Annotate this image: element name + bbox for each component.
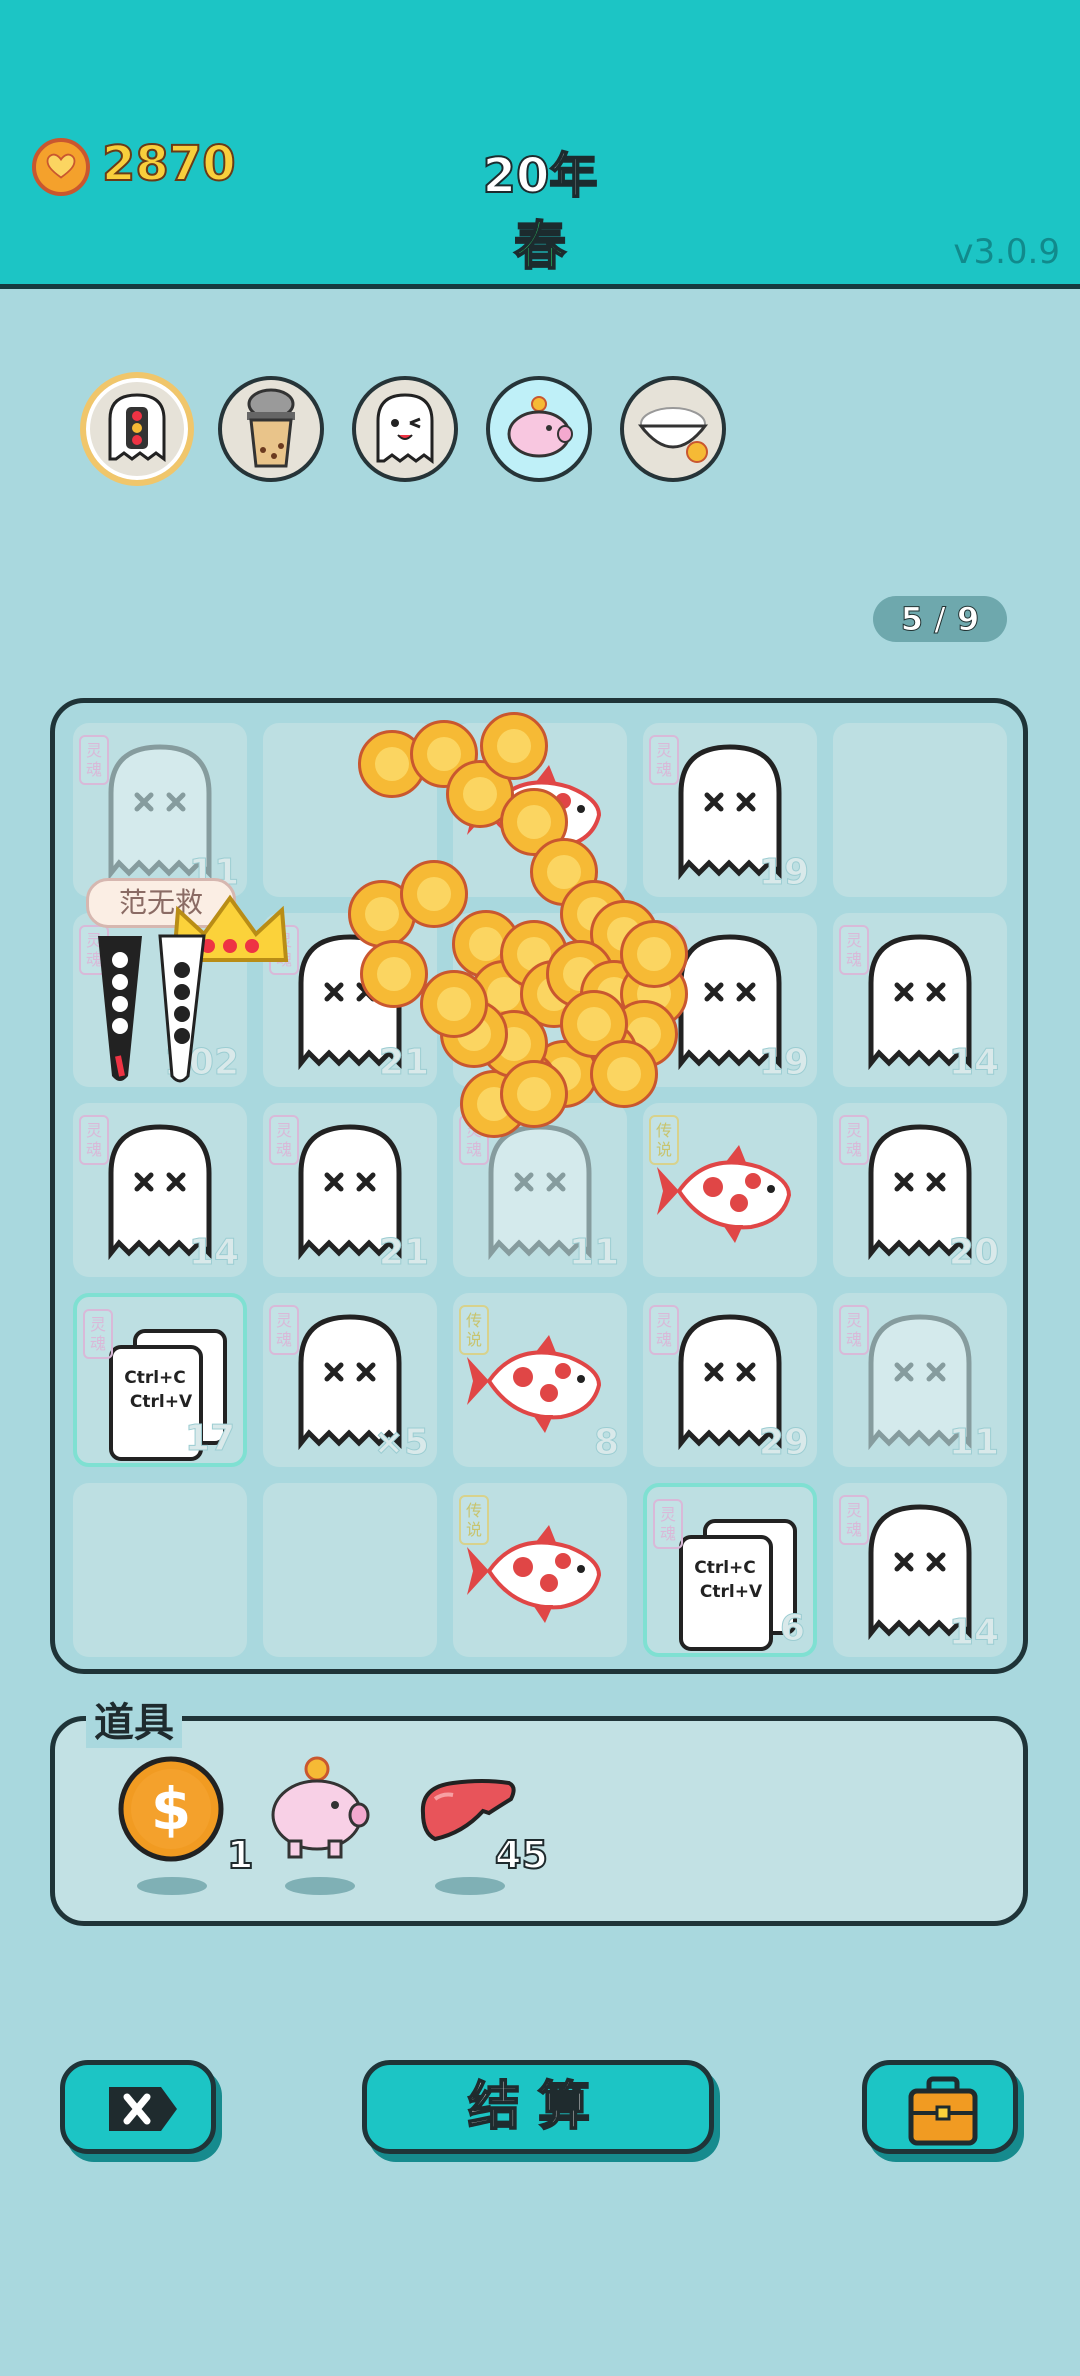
season-label: 春 (513, 216, 567, 278)
board-cell[interactable]: 灵魂 11 (833, 1293, 1007, 1467)
briefcase-icon (908, 2076, 978, 2146)
cell-value: 17 (184, 1418, 235, 1460)
heart-coin (360, 940, 428, 1008)
rarity-tag: 灵魂 (839, 925, 869, 975)
character-traffic-ghost[interactable] (80, 372, 194, 486)
milk-tea-icon (247, 388, 295, 468)
item-count: 45 (494, 1832, 549, 1878)
board-cell[interactable]: Ctrl+C Ctrl+V 灵魂 6 (643, 1483, 817, 1657)
cell-value: 14 (948, 1612, 999, 1654)
board-cell[interactable]: 灵魂 20 (833, 1103, 1007, 1277)
item-shadow (435, 1877, 505, 1895)
heart-coin (420, 970, 488, 1038)
dollar-coin-icon: $ (118, 1756, 224, 1862)
board-cell[interactable]: 灵魂 14 (73, 1103, 247, 1277)
item-shadow (137, 1877, 207, 1895)
board-cell[interactable]: Ctrl+C Ctrl+V 灵魂 17 (73, 1293, 247, 1467)
heart-coin (590, 1040, 658, 1108)
top-bar: 2870 20年 春 v3.0.9 (0, 0, 1080, 289)
rarity-tag: 灵魂 (79, 735, 109, 785)
divider (20, 279, 36, 283)
hat-banners-icon (98, 934, 206, 1083)
divider (1040, 279, 1056, 283)
traffic-light-ghost-icon (108, 393, 166, 462)
cell-value: 19 (758, 1042, 809, 1084)
item-liver[interactable]: 45 (413, 1753, 549, 1903)
board-cell[interactable]: 灵魂11 (73, 723, 247, 897)
rarity-tag: 灵魂 (839, 1495, 869, 1545)
board-cell[interactable]: 灵魂 29 (643, 1293, 817, 1467)
cell-value: 21 (378, 1232, 429, 1274)
cell-value: 11 (568, 1232, 619, 1274)
piggy-bank-icon (271, 1756, 370, 1859)
svg-text:Ctrl+C: Ctrl+C (694, 1558, 756, 1578)
rarity-tag: 灵魂 (83, 1309, 113, 1359)
board-cell[interactable]: 传说 (643, 1103, 817, 1277)
item-dollar-coin[interactable]: $ 1 (115, 1753, 254, 1903)
character-milk-tea[interactable] (218, 376, 324, 482)
svg-text:Ctrl+C: Ctrl+C (124, 1368, 186, 1388)
rarity-tag: 灵魂 (269, 1115, 299, 1165)
piggy-bank-icon (507, 396, 573, 458)
cell-value: 14 (188, 1232, 239, 1274)
cell-value: 6 (779, 1608, 805, 1650)
heart-coin (500, 1060, 568, 1128)
board-cell[interactable]: 灵魂 ×5 (263, 1293, 437, 1467)
version-label: v3.0.9 (953, 232, 1060, 272)
rarity-tag: 灵魂 (269, 1305, 299, 1355)
board-cell[interactable]: 传说 8 (453, 1293, 627, 1467)
items-panel: $ 1 45 (50, 1716, 1028, 1926)
svg-text:Ctrl+V: Ctrl+V (700, 1582, 763, 1602)
rarity-tag: 传说 (459, 1305, 489, 1355)
cell-value: 20 (948, 1232, 999, 1274)
cell-value: ×5 (373, 1422, 429, 1464)
rarity-tag: 传说 (649, 1115, 679, 1165)
cell-value: 19 (758, 852, 809, 894)
board-cell[interactable]: 灵魂 14 (833, 1483, 1007, 1657)
heart-coin (400, 860, 468, 928)
settle-button-label: 结算 (467, 2076, 608, 2138)
board-cell[interactable]: 传说 (453, 1483, 627, 1657)
rarity-tag: 灵魂 (649, 1305, 679, 1355)
board-cell[interactable]: 灵魂 14 (833, 913, 1007, 1087)
item-count: 1 (226, 1832, 254, 1878)
rice-bowl-icon (637, 407, 709, 463)
character-rice-bowl[interactable] (620, 376, 726, 482)
page-indicator: 5 / 9 (873, 596, 1007, 642)
character-winking-ghost[interactable] (352, 376, 458, 482)
year-label: 20年 (482, 147, 599, 205)
rarity-tag: 传说 (459, 1495, 489, 1545)
cell-value: 11 (948, 1422, 999, 1464)
item-shadow (285, 1877, 355, 1895)
board-cell[interactable]: 灵魂 19 (643, 723, 817, 897)
winking-ghost-icon (376, 393, 434, 464)
board-cell[interactable] (833, 723, 1007, 897)
svg-text:$: $ (151, 1775, 191, 1843)
board-cell[interactable] (73, 1483, 247, 1657)
heart-coin-icon (32, 138, 90, 196)
items-label: 道具 (86, 1690, 182, 1748)
coin-count: 2870 (101, 135, 237, 193)
board-cell[interactable] (263, 1483, 437, 1657)
character-piggy-bank[interactable] (486, 376, 592, 482)
svg-text:Ctrl+V: Ctrl+V (130, 1392, 193, 1412)
rarity-tag: 灵魂 (79, 1115, 109, 1165)
heart-coin (480, 712, 548, 780)
cell-value: 29 (758, 1422, 809, 1464)
board-cell[interactable]: 灵魂 21 (263, 1103, 437, 1277)
rarity-tag: 灵魂 (839, 1115, 869, 1165)
briefcase-button[interactable] (862, 2060, 1018, 2154)
rarity-tag: 灵魂 (839, 1305, 869, 1355)
close-button[interactable] (60, 2060, 216, 2154)
cell-value: 14 (948, 1042, 999, 1084)
close-icon (109, 2087, 177, 2131)
rarity-tag: 灵魂 (649, 735, 679, 785)
heart-coin (620, 920, 688, 988)
cell-value: 8 (593, 1422, 619, 1464)
rarity-tag: 灵魂 (653, 1499, 683, 1549)
item-piggy-bank[interactable] (263, 1753, 393, 1903)
cell-value: 21 (378, 1042, 429, 1084)
settle-button[interactable]: 结算 (362, 2060, 714, 2154)
